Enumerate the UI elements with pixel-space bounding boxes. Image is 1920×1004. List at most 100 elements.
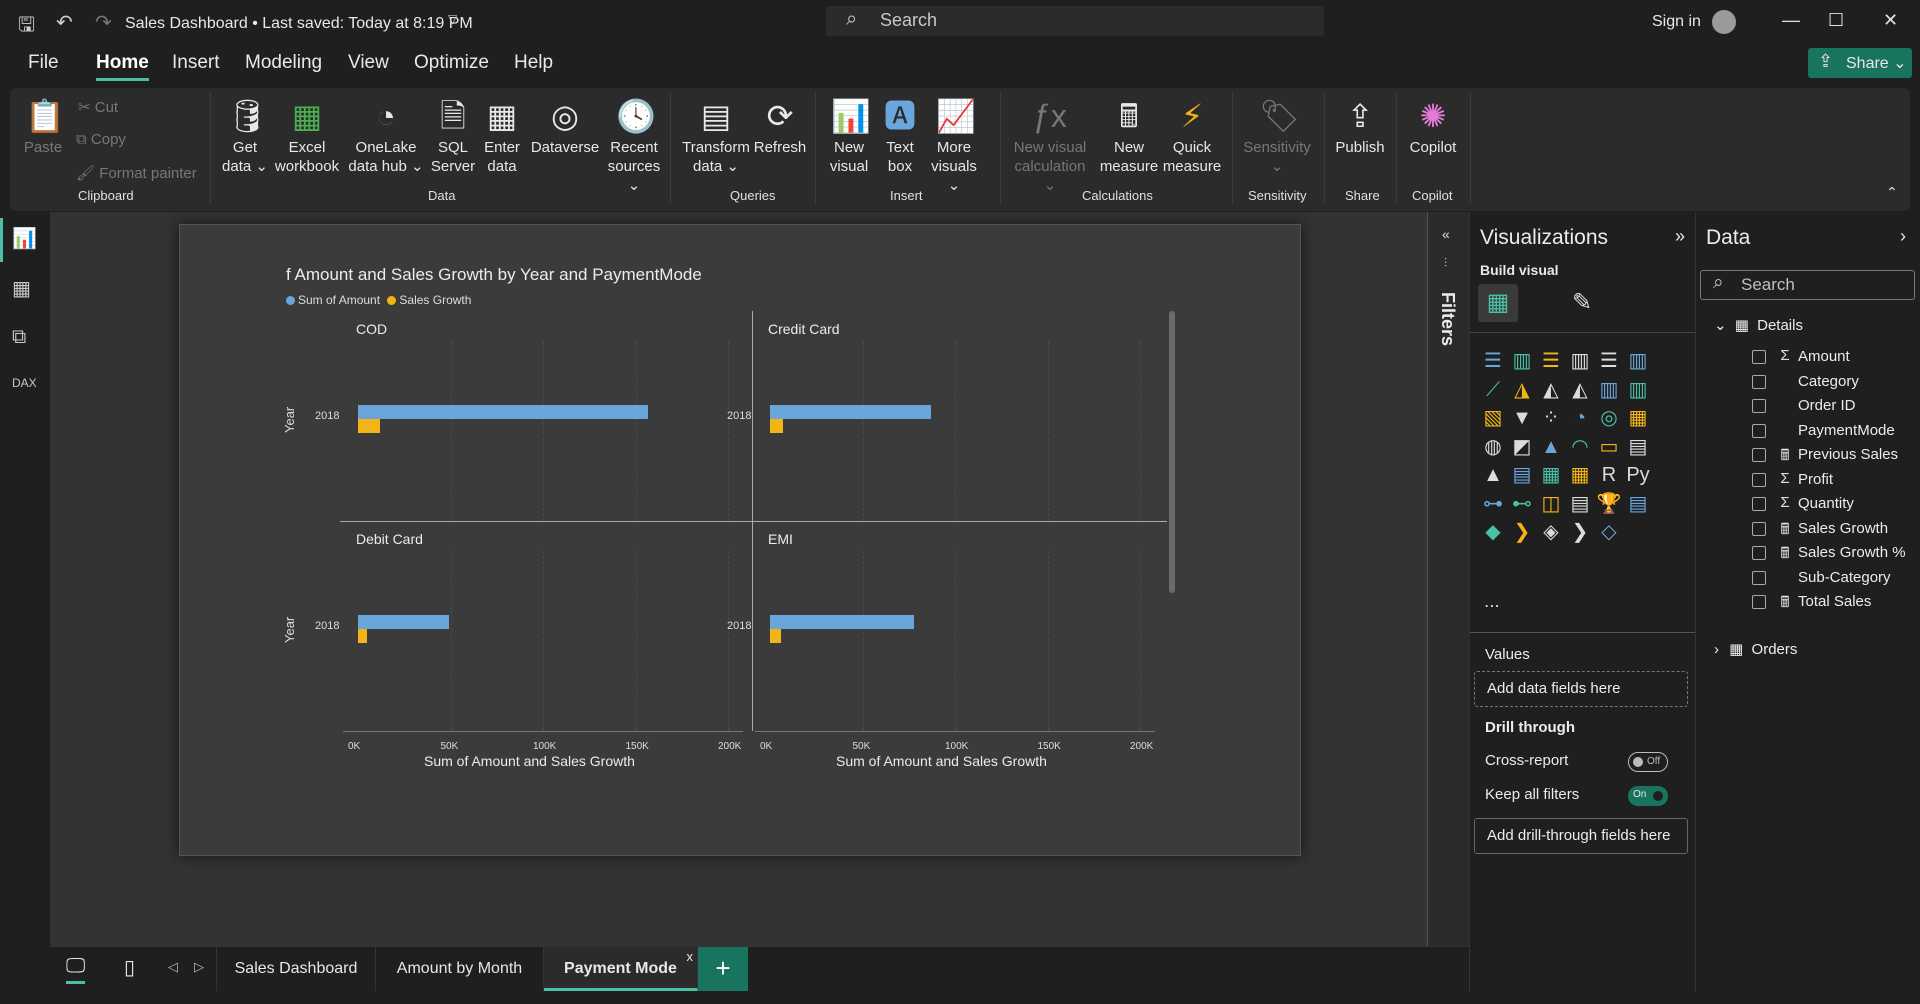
- desktop-layout-icon[interactable]: 🖵: [66, 955, 86, 984]
- card-icon[interactable]: ▭: [1596, 434, 1622, 460]
- table-view-icon[interactable]: ▦: [12, 276, 38, 302]
- field-row[interactable]: Σ Amount: [1696, 346, 1920, 368]
- ribbon-chart-icon[interactable]: ▥: [1625, 377, 1651, 403]
- sensitivity-button[interactable]: 🏷 Sensitivity ⌄: [1240, 98, 1314, 176]
- get-data-button[interactable]: 🛢 Get data ⌄: [220, 98, 270, 176]
- custom-visual-icon[interactable]: ◇: [1596, 519, 1622, 545]
- menu-home[interactable]: Home: [96, 52, 149, 81]
- maximize-icon[interactable]: ☐: [1828, 10, 1844, 31]
- close-icon[interactable]: ✕: [1883, 10, 1898, 31]
- bar-sales-growth[interactable]: [770, 419, 783, 433]
- copy-button[interactable]: ⧉ Copy: [76, 131, 126, 148]
- 100-area-icon[interactable]: ◭: [1567, 377, 1593, 403]
- field-row[interactable]: Category: [1696, 371, 1920, 393]
- field-checkbox[interactable]: [1752, 570, 1766, 585]
- bar-sum-of-amount[interactable]: [358, 405, 649, 419]
- sign-in-link[interactable]: Sign in: [1652, 13, 1701, 31]
- add-page-button[interactable]: +: [698, 947, 748, 991]
- 100-bar-icon[interactable]: ☰: [1596, 348, 1622, 374]
- field-checkbox[interactable]: [1752, 595, 1766, 609]
- field-row[interactable]: Σ Quantity: [1696, 493, 1920, 515]
- stacked-area-icon[interactable]: ◭: [1538, 377, 1564, 403]
- redo-icon[interactable]: ↷: [95, 10, 112, 35]
- azure-map-icon[interactable]: ▲: [1538, 434, 1564, 460]
- matrix-icon[interactable]: ▦: [1567, 462, 1593, 488]
- format-visual-tab[interactable]: ✎: [1562, 284, 1602, 322]
- filled-map-icon[interactable]: ◩: [1509, 434, 1535, 460]
- close-tab-icon[interactable]: x: [687, 949, 694, 964]
- clustered-column-icon[interactable]: ▥: [1567, 348, 1593, 374]
- field-row[interactable]: Σ Profit: [1696, 469, 1920, 491]
- menu-view[interactable]: View: [348, 52, 389, 78]
- bar-sum-of-amount[interactable]: [770, 405, 931, 419]
- mobile-layout-icon[interactable]: ▯: [124, 955, 135, 980]
- more-options-icon[interactable]: ⋯: [1484, 596, 1500, 616]
- cross-report-toggle[interactable]: Off: [1628, 752, 1668, 772]
- chart-scrollbar[interactable]: [1169, 311, 1175, 593]
- field-checkbox[interactable]: [1752, 350, 1766, 364]
- field-checkbox[interactable]: [1752, 546, 1766, 560]
- build-visual-tab[interactable]: ▦: [1478, 284, 1518, 322]
- new-visual-button[interactable]: 📊 New visual: [825, 98, 873, 176]
- field-row[interactable]: Sub-Category: [1696, 567, 1920, 589]
- power-apps-icon[interactable]: ◆: [1480, 519, 1506, 545]
- scatter-icon[interactable]: ⁘: [1538, 405, 1564, 431]
- model-view-icon[interactable]: ⧉: [12, 326, 38, 352]
- power-automate-icon[interactable]: ❯: [1509, 519, 1535, 545]
- keep-filters-toggle[interactable]: On: [1628, 786, 1668, 806]
- paste-button[interactable]: 📋 Paste: [18, 98, 68, 157]
- field-checkbox[interactable]: [1752, 497, 1766, 511]
- more-visuals-icon[interactable]: ❯: [1567, 519, 1593, 545]
- field-row[interactable]: 🖩 Previous Sales: [1696, 444, 1920, 466]
- stacked-bar-icon[interactable]: ☰: [1480, 348, 1506, 374]
- report-view-icon[interactable]: 📊: [12, 226, 38, 252]
- data-search-input[interactable]: ⌕ Search: [1700, 270, 1915, 300]
- share-button[interactable]: ⇪ Share ⌄: [1808, 48, 1912, 78]
- menu-file[interactable]: File: [28, 52, 59, 78]
- area-chart-icon[interactable]: ◮: [1509, 377, 1535, 403]
- slicer-icon[interactable]: ▤: [1509, 462, 1535, 488]
- narrative-icon[interactable]: ▤: [1567, 491, 1593, 517]
- field-checkbox[interactable]: [1752, 423, 1766, 438]
- funnel-icon[interactable]: ▼: [1509, 405, 1535, 431]
- menu-modeling[interactable]: Modeling: [245, 52, 322, 78]
- collapse-viz-icon[interactable]: »: [1675, 226, 1685, 247]
- new-visual-calculation-button[interactable]: ƒx New visual calculation ⌄: [1008, 98, 1092, 195]
- stacked-column-icon[interactable]: ▥: [1509, 348, 1535, 374]
- avatar[interactable]: [1712, 10, 1736, 34]
- enter-data-button[interactable]: ▦ Enter data: [478, 98, 526, 176]
- new-measure-button[interactable]: 🖩 New measure: [1098, 98, 1160, 176]
- bar-sales-growth[interactable]: [358, 419, 381, 433]
- field-row[interactable]: 🖩 Sales Growth: [1696, 518, 1920, 540]
- minimize-icon[interactable]: —: [1782, 10, 1800, 31]
- bar-sum-of-amount[interactable]: [770, 615, 915, 629]
- kpi-icon[interactable]: ▲: [1480, 462, 1506, 488]
- refresh-button[interactable]: ⟳ Refresh: [750, 98, 810, 157]
- field-checkbox[interactable]: [1752, 472, 1766, 487]
- field-checkbox[interactable]: [1752, 374, 1766, 389]
- line-chart-icon[interactable]: ⟋: [1480, 377, 1506, 403]
- filters-pane[interactable]: « ⫶ Filters: [1427, 212, 1469, 946]
- gauge-icon[interactable]: ◠: [1567, 434, 1593, 460]
- menu-insert[interactable]: Insert: [172, 52, 220, 78]
- donut-icon[interactable]: ◎: [1596, 405, 1622, 431]
- menu-help[interactable]: Help: [514, 52, 553, 78]
- quick-measure-button[interactable]: ⚡ Quick measure: [1160, 98, 1224, 176]
- sql-server-button[interactable]: 🗎 SQL Server: [428, 98, 478, 176]
- multi-card-icon[interactable]: ▤: [1625, 434, 1651, 460]
- next-page-icon[interactable]: ▷: [194, 959, 204, 975]
- field-row[interactable]: 🖩 Total Sales: [1696, 591, 1920, 613]
- dataverse-button[interactable]: ◎ Dataverse: [525, 98, 605, 157]
- map-icon[interactable]: ◍: [1480, 434, 1506, 460]
- tab-payment-mode[interactable]: Payment Mode x: [544, 947, 698, 991]
- collapse-ribbon-icon[interactable]: ⌃: [1886, 184, 1898, 201]
- field-checkbox[interactable]: [1752, 448, 1766, 462]
- values-well[interactable]: Add data fields here: [1474, 671, 1688, 707]
- tab-amount-by-month[interactable]: Amount by Month: [376, 947, 544, 991]
- line-column-icon[interactable]: ▥: [1596, 377, 1622, 403]
- publish-button[interactable]: ⇪ Publish: [1332, 98, 1388, 157]
- onelake-button[interactable]: ◔ OneLake data hub ⌄: [346, 98, 426, 176]
- dax-view-icon[interactable]: DAX: [12, 376, 38, 402]
- waterfall-icon[interactable]: ▧: [1480, 405, 1506, 431]
- app-title[interactable]: Sales Dashboard • Last saved: Today at 8…: [125, 15, 473, 33]
